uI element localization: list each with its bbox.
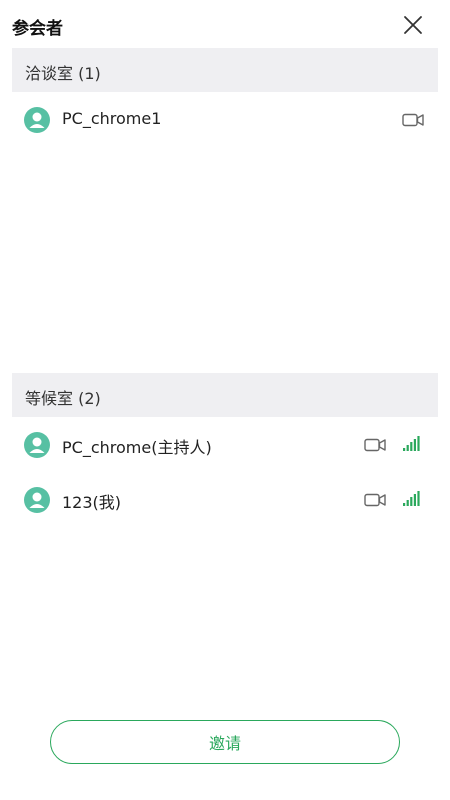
section-header-meeting-room: 洽谈室 (1) (12, 48, 438, 92)
camera-icon[interactable] (364, 437, 386, 452)
user-avatar-icon (24, 107, 50, 133)
user-avatar-icon (24, 432, 50, 458)
header: 参会者 (0, 0, 450, 48)
section-label: 等候室 (2) (25, 389, 101, 408)
signal-strength-icon (403, 489, 421, 507)
participant-row[interactable]: 123(我) (12, 475, 438, 523)
participant-row[interactable]: PC_chrome1 (12, 95, 438, 143)
invite-button[interactable]: 邀请 (50, 720, 400, 764)
participant-name: PC_chrome1 (62, 109, 162, 128)
close-icon[interactable] (402, 14, 424, 36)
page-title: 参会者 (12, 19, 63, 39)
camera-icon[interactable] (364, 492, 386, 507)
signal-strength-icon (403, 434, 421, 452)
section-label: 洽谈室 (1) (25, 64, 101, 83)
participant-name: PC_chrome(主持人) (62, 438, 212, 457)
camera-icon[interactable] (402, 112, 424, 127)
participant-row[interactable]: PC_chrome(主持人) (12, 420, 438, 468)
user-avatar-icon (24, 487, 50, 513)
section-header-waiting-room: 等候室 (2) (12, 373, 438, 417)
participant-name: 123(我) (62, 493, 122, 512)
